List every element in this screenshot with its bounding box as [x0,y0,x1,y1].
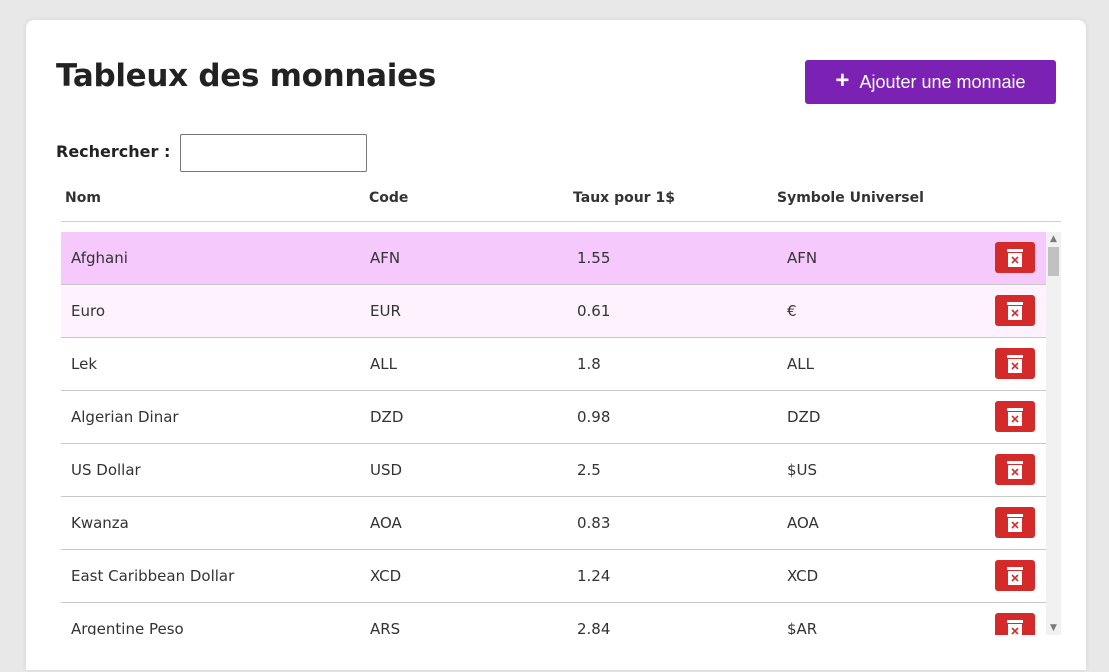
delete-row-button[interactable] [995,507,1035,538]
trash-icon [1007,407,1023,426]
column-header-rate[interactable]: Taux pour 1$ [573,190,675,206]
column-header-symbol[interactable]: Symbole Universel [777,190,924,206]
cell-rate: 0.98 [577,408,611,426]
cell-symbol: ALL [787,355,814,373]
delete-row-button[interactable] [995,401,1035,432]
currency-card: Tableux des monnaies + Ajouter une monna… [26,20,1086,670]
table-row[interactable]: US Dollar USD 2.5 $US [61,444,1046,497]
cell-symbol: XCD [787,567,819,585]
cell-symbol: AOA [787,514,819,532]
cell-name: Euro [71,302,105,320]
delete-row-button[interactable] [995,242,1035,273]
column-header-name[interactable]: Nom [65,190,101,206]
table-row[interactable]: Algerian Dinar DZD 0.98 DZD [61,391,1046,444]
trash-icon [1007,513,1023,532]
cell-code: AFN [370,249,401,267]
search-input[interactable] [180,134,367,172]
cell-rate: 0.61 [577,302,611,320]
cell-code: USD [370,461,403,479]
trash-icon [1007,460,1023,479]
cell-code: ARS [370,620,401,635]
delete-row-button[interactable] [995,348,1035,379]
plus-icon: + [835,67,850,94]
delete-row-button[interactable] [995,454,1035,485]
table-row[interactable]: Afghani AFN 1.55 AFN [61,232,1046,285]
cell-name: Kwanza [71,514,129,532]
cell-code: DZD [370,408,404,426]
scroll-up-arrow-icon[interactable]: ▲ [1046,232,1061,246]
add-currency-label: Ajouter une monnaie [859,71,1026,92]
cell-code: EUR [370,302,401,320]
cell-name: Afghani [71,249,128,267]
cell-rate: 1.55 [577,249,611,267]
cell-symbol: AFN [787,249,818,267]
add-currency-button[interactable]: + Ajouter une monnaie [805,60,1056,104]
table-header: Nom Code Taux pour 1$ Symbole Universel [61,180,1061,222]
search-label: Rechercher : [56,142,171,161]
scroll-down-arrow-icon[interactable]: ▼ [1046,621,1061,635]
cell-rate: 1.8 [577,355,601,373]
trash-icon [1007,354,1023,373]
scrollbar-thumb[interactable] [1048,247,1059,276]
cell-code: ALL [370,355,397,373]
table-row[interactable]: Lek ALL 1.8 ALL [61,338,1046,391]
cell-rate: 2.84 [577,620,611,635]
trash-icon [1007,248,1023,267]
cell-code: AOA [370,514,402,532]
cell-rate: 2.5 [577,461,601,479]
cell-name: Argentine Peso [71,620,184,635]
page-title: Tableux des monnaies [56,58,436,94]
delete-row-button[interactable] [995,613,1035,635]
cell-rate: 0.83 [577,514,611,532]
trash-icon [1007,619,1023,635]
trash-icon [1007,566,1023,585]
table-row[interactable]: East Caribbean Dollar XCD 1.24 XCD [61,550,1046,603]
cell-code: XCD [370,567,402,585]
cell-name: Algerian Dinar [71,408,179,426]
trash-icon [1007,301,1023,320]
cell-symbol: € [787,302,797,320]
cell-name: Lek [71,355,98,373]
delete-row-button[interactable] [995,295,1035,326]
table-row[interactable]: Euro EUR 0.61 € [61,285,1046,338]
table-body: Afghani AFN 1.55 AFN Euro EUR 0.61 € Lek ALL 1.8 AL… [61,232,1061,635]
cell-symbol: $US [787,461,818,479]
table-row[interactable]: Kwanza AOA 0.83 AOA [61,497,1046,550]
cell-symbol: $AR [787,620,818,635]
cell-symbol: DZD [787,408,821,426]
column-header-code[interactable]: Code [369,190,408,206]
cell-name: East Caribbean Dollar [71,567,235,585]
table-scrollbar[interactable]: ▲ ▼ [1046,232,1061,635]
cell-rate: 1.24 [577,567,611,585]
table-row[interactable]: Argentine Peso ARS 2.84 $AR [61,603,1046,635]
cell-name: US Dollar [71,461,141,479]
delete-row-button[interactable] [995,560,1035,591]
